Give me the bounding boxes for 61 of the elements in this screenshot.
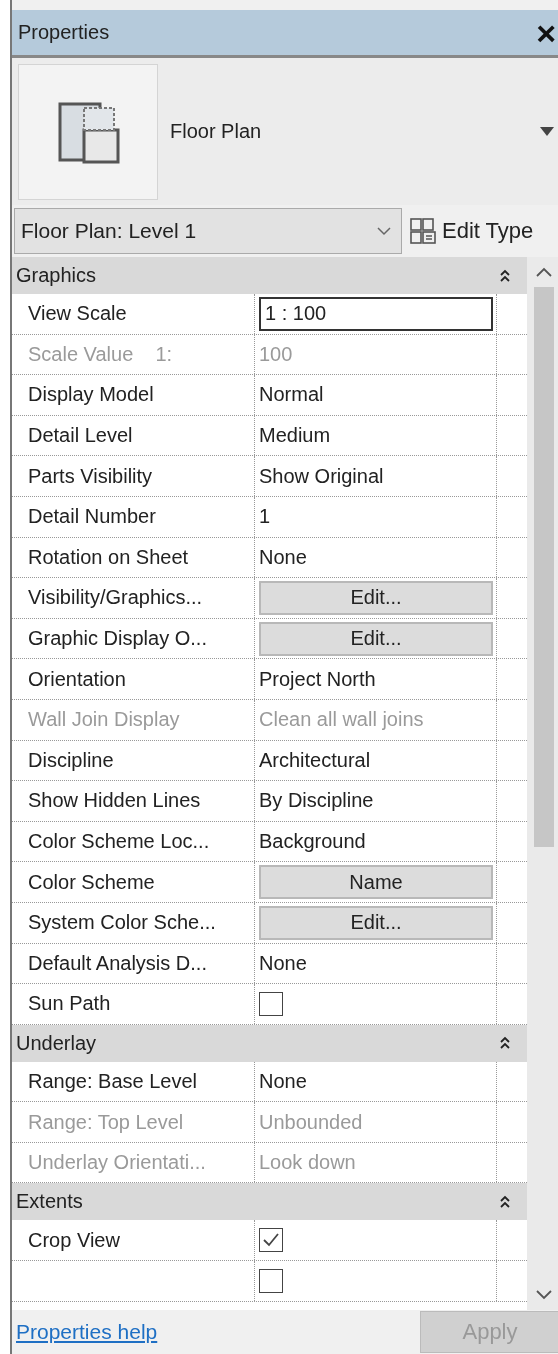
group-header[interactable]: Extents xyxy=(12,1183,527,1221)
property-label: Crop View xyxy=(28,1228,120,1252)
edit-button[interactable]: Edit... xyxy=(259,905,493,940)
property-label: Orientation xyxy=(28,667,126,691)
property-label: Visibility/Graphics... xyxy=(28,586,203,610)
scrollbar[interactable] xyxy=(527,257,558,1310)
property-label: Sun Path xyxy=(28,992,111,1016)
property-label: Color Scheme Loc... xyxy=(28,830,210,853)
property-value: Normal xyxy=(259,383,324,407)
edit-button[interactable]: Edit... xyxy=(259,580,493,615)
property-value: Clean all wall joins xyxy=(259,708,424,732)
property-label: Range: Top Level xyxy=(28,1110,184,1134)
edit-type-button[interactable]: Edit Type xyxy=(410,218,534,244)
caret-icon xyxy=(540,126,554,137)
properties-help-link[interactable]: Properties help xyxy=(16,1320,158,1344)
property-value: By Discipline xyxy=(259,789,374,813)
property-label: Rotation on Sheet xyxy=(28,545,189,569)
close-button[interactable]: × xyxy=(532,15,558,50)
property-label: Underlay Orientati... xyxy=(28,1151,206,1175)
edit-button[interactable]: Name xyxy=(259,865,493,900)
property-value: Show Original xyxy=(259,464,384,488)
type-name: Floor Plan xyxy=(170,120,263,143)
property-label: Default Analysis D... xyxy=(28,951,207,975)
group-header[interactable]: Underlay xyxy=(12,1024,527,1062)
property-label: Detail Number xyxy=(28,505,156,529)
property-value: None xyxy=(259,545,307,569)
property-label: Discipline xyxy=(28,748,114,772)
edit-button[interactable]: Edit... xyxy=(259,621,493,656)
property-label: Detail Level xyxy=(28,424,133,448)
chevron-down-icon xyxy=(377,226,391,236)
property-label: Range: Base Level xyxy=(28,1070,197,1093)
property-value: None xyxy=(259,1070,307,1093)
scroll-up-icon xyxy=(535,267,552,277)
property-label: View Scale xyxy=(28,302,127,326)
property-label: Parts Visibility xyxy=(28,464,153,488)
group-header[interactable]: Graphics xyxy=(12,257,527,294)
property-label: Graphic Display O... xyxy=(28,627,207,651)
property-value: 1 xyxy=(259,505,271,529)
checkbox[interactable] xyxy=(259,991,283,1016)
property-label: System Color Sche... xyxy=(28,911,216,935)
type-selector[interactable]: Floor Plan xyxy=(12,58,558,205)
property-label: Scale Value 1: xyxy=(28,342,173,366)
property-value: Architectural xyxy=(259,748,371,772)
property-value: Project North xyxy=(259,667,376,691)
value-field[interactable]: 1 : 100 xyxy=(259,296,493,331)
property-label: Show Hidden Lines xyxy=(28,789,201,813)
property-label: Wall Join Display xyxy=(28,708,180,732)
checkbox[interactable] xyxy=(259,1268,283,1293)
property-label: Color Scheme xyxy=(28,870,155,894)
property-value: 100 xyxy=(259,342,293,366)
property-value: None xyxy=(259,951,307,975)
property-value: Background xyxy=(259,830,366,853)
window-title: Properties xyxy=(18,21,110,44)
property-value: Medium xyxy=(259,424,331,448)
type-properties-icon xyxy=(410,218,436,244)
instance-dropdown[interactable]: Floor Plan: Level 1 xyxy=(14,208,402,254)
scroll-down-icon xyxy=(535,1290,552,1300)
property-label: Display Model xyxy=(28,383,154,407)
checkbox[interactable] xyxy=(259,1228,283,1253)
property-value: Unbounded xyxy=(259,1110,363,1134)
property-value: Look down xyxy=(259,1151,356,1175)
